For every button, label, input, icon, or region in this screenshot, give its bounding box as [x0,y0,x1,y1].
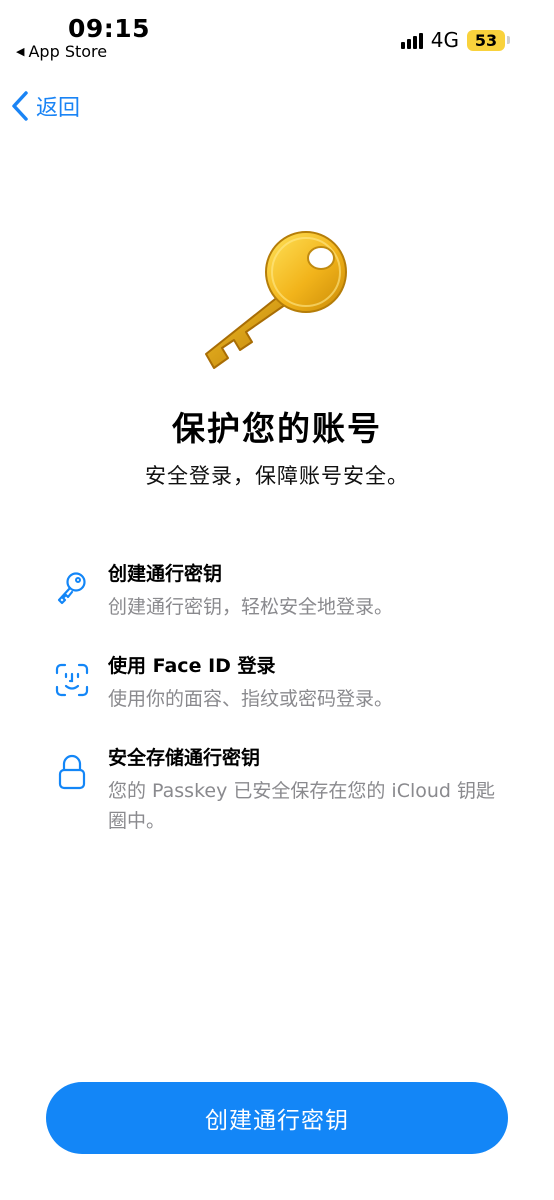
page-title: 保护您的账号 [172,409,382,448]
feature-description: 您的 Passkey 已安全保存在您的 iCloud 钥匙圈中。 [108,780,496,832]
feature-face-id: 使用 Face ID 登录 使用你的面容、指纹或密码登录。 [52,652,518,714]
status-indicators: 4G 53 [400,28,510,52]
feature-create-passkey: 创建通行密钥 创建通行密钥，轻松安全地登录。 [52,560,518,622]
network-type: 4G [430,28,459,52]
feature-text: 创建通行密钥 创建通行密钥，轻松安全地登录。 [108,560,504,622]
face-id-icon [55,663,89,697]
key-icon [57,572,86,605]
chevron-left-icon [12,91,28,121]
back-to-app-store[interactable]: ◀ App Store [16,42,107,61]
back-button[interactable]: 返回 [10,90,80,122]
cellular-signal-icon [400,31,423,49]
feature-secure-storage: 安全存储通行密钥 您的 Passkey 已安全保存在您的 iCloud 钥匙圈中… [52,744,518,836]
back-app-label: App Store [28,42,108,61]
back-button-label: 返回 [36,96,81,121]
status-time: 09:15 [68,14,151,43]
battery-level: 53 [467,29,505,51]
back-triangle-icon: ◀ [16,45,25,58]
key-icon [205,231,347,369]
page-subtitle: 安全登录，保障账号安全。 [145,464,409,488]
feature-description: 使用你的面容、指纹或密码登录。 [108,688,394,710]
feature-text: 安全存储通行密钥 您的 Passkey 已安全保存在您的 iCloud 钥匙圈中… [108,744,504,836]
battery-icon: 53 [467,29,510,51]
lock-icon [58,754,86,790]
feature-title: 使用 Face ID 登录 [108,655,276,677]
feature-title: 创建通行密钥 [108,563,223,585]
feature-description: 创建通行密钥，轻松安全地登录。 [108,596,394,618]
create-passkey-button[interactable]: 创建通行密钥 [46,1082,508,1154]
feature-title: 安全存储通行密钥 [108,747,261,769]
feature-text: 使用 Face ID 登录 使用你的面容、指纹或密码登录。 [108,652,504,714]
battery-cap [507,36,510,44]
screen: 09:15 ◀ App Store 4G 53 返回 保护您的账号 安全登录，保… [0,0,554,1200]
